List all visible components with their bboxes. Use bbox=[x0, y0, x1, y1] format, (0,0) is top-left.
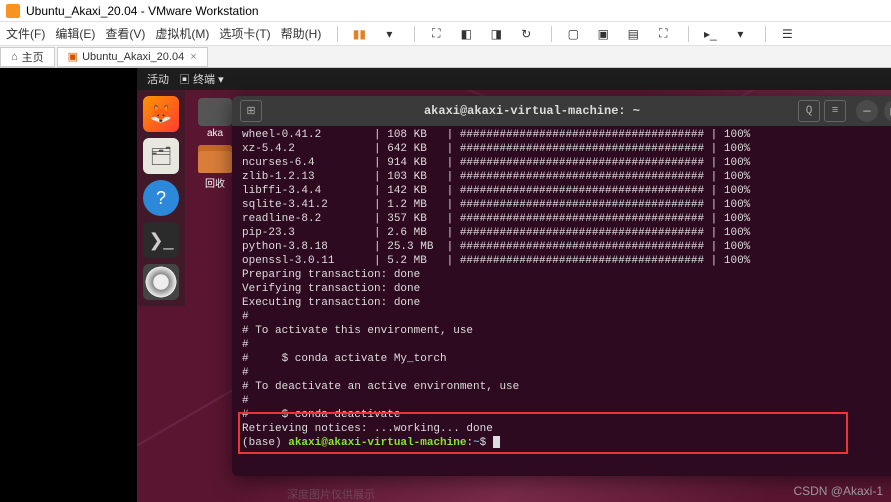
dropdown2-icon[interactable]: ▾ bbox=[731, 25, 749, 43]
vmware-tabbar: 主页 ▣Ubuntu_Akaxi_20.04× bbox=[0, 46, 891, 68]
terminal-icon[interactable]: ❯_ bbox=[143, 222, 179, 258]
dropdown-icon[interactable]: ▾ bbox=[380, 25, 398, 43]
disc-icon[interactable] bbox=[143, 264, 179, 300]
snapshot-mgr-icon[interactable]: ◨ bbox=[487, 25, 505, 43]
folder-recycle[interactable]: 回收 bbox=[193, 145, 237, 190]
activities-button[interactable]: 活动 bbox=[147, 71, 169, 87]
fullscreen-icon[interactable]: ⛶ bbox=[654, 25, 672, 43]
menu-view[interactable]: 查看(V) bbox=[105, 25, 145, 42]
menu-file[interactable]: 文件(F) bbox=[6, 25, 45, 42]
send-ctrl-alt-del-icon[interactable]: ⛶ bbox=[427, 25, 445, 43]
tab-vm[interactable]: ▣Ubuntu_Akaxi_20.04× bbox=[57, 47, 208, 67]
minimize-button[interactable]: — bbox=[856, 100, 878, 122]
tab-home[interactable]: 主页 bbox=[0, 47, 55, 67]
help-icon[interactable]: ? bbox=[143, 180, 179, 216]
vmware-titlebar: Ubuntu_Akaxi_20.04 - VMware Workstation bbox=[0, 0, 891, 22]
window-icon[interactable]: ▢ bbox=[564, 25, 582, 43]
library-icon[interactable]: ☰ bbox=[778, 25, 796, 43]
menu-vm[interactable]: 虚拟机(M) bbox=[155, 25, 209, 42]
folder-aka[interactable]: aka bbox=[193, 98, 237, 139]
menu-tabs[interactable]: 选项卡(T) bbox=[219, 25, 270, 42]
firefox-icon[interactable]: 🦊 bbox=[143, 96, 179, 132]
close-tab-icon[interactable]: × bbox=[190, 51, 196, 63]
ubuntu-topbar: 活动 ▣ 终端 ▾ 11月3日 18:34 ◐ ◣ ▾ bbox=[137, 68, 891, 90]
watermark: CSDN @Akaxi-1 bbox=[793, 484, 883, 498]
vmware-icon bbox=[6, 4, 20, 18]
unity-icon[interactable]: ▤ bbox=[624, 25, 642, 43]
menu-edit[interactable]: 编辑(E) bbox=[55, 25, 95, 42]
pause-icon[interactable]: ▮▮ bbox=[350, 25, 368, 43]
terminal-title: akaxi@akaxi-virtual-machine: ~ bbox=[266, 104, 798, 118]
vmware-title: Ubuntu_Akaxi_20.04 - VMware Workstation bbox=[26, 4, 259, 18]
highlight-box bbox=[238, 412, 848, 454]
search-icon[interactable]: Q bbox=[798, 100, 820, 122]
ubuntu-dock: 🦊 🗂 ? ❯_ bbox=[137, 90, 185, 306]
faded-caption: 深度图片仅供展示 bbox=[287, 486, 375, 502]
hamburger-icon[interactable]: ≡ bbox=[824, 100, 846, 122]
new-tab-icon[interactable]: ⊞ bbox=[240, 100, 262, 122]
desktop-icons: aka 回收 bbox=[193, 98, 237, 196]
snapshot-icon[interactable]: ◧ bbox=[457, 25, 475, 43]
terminal-titlebar[interactable]: ⊞ akaxi@akaxi-virtual-machine: ~ Q ≡ — ▢… bbox=[232, 96, 891, 126]
vm-viewport: 活动 ▣ 终端 ▾ 11月3日 18:34 ◐ ◣ ▾ 🦊 🗂 ? ❯_ aka… bbox=[0, 68, 891, 502]
files-icon[interactable]: 🗂 bbox=[143, 138, 179, 174]
multi-monitor-icon[interactable]: ▣ bbox=[594, 25, 612, 43]
menu-help[interactable]: 帮助(H) bbox=[281, 25, 322, 42]
vmware-menubar: 文件(F) 编辑(E) 查看(V) 虚拟机(M) 选项卡(T) 帮助(H) ▮▮… bbox=[0, 22, 891, 46]
revert-icon[interactable]: ↻ bbox=[517, 25, 535, 43]
terminal-window: ⊞ akaxi@akaxi-virtual-machine: ~ Q ≡ — ▢… bbox=[232, 96, 891, 476]
maximize-button[interactable]: ▢ bbox=[884, 100, 891, 122]
console-icon[interactable]: ▸_ bbox=[701, 25, 719, 43]
app-menu[interactable]: ▣ 终端 ▾ bbox=[179, 71, 224, 87]
